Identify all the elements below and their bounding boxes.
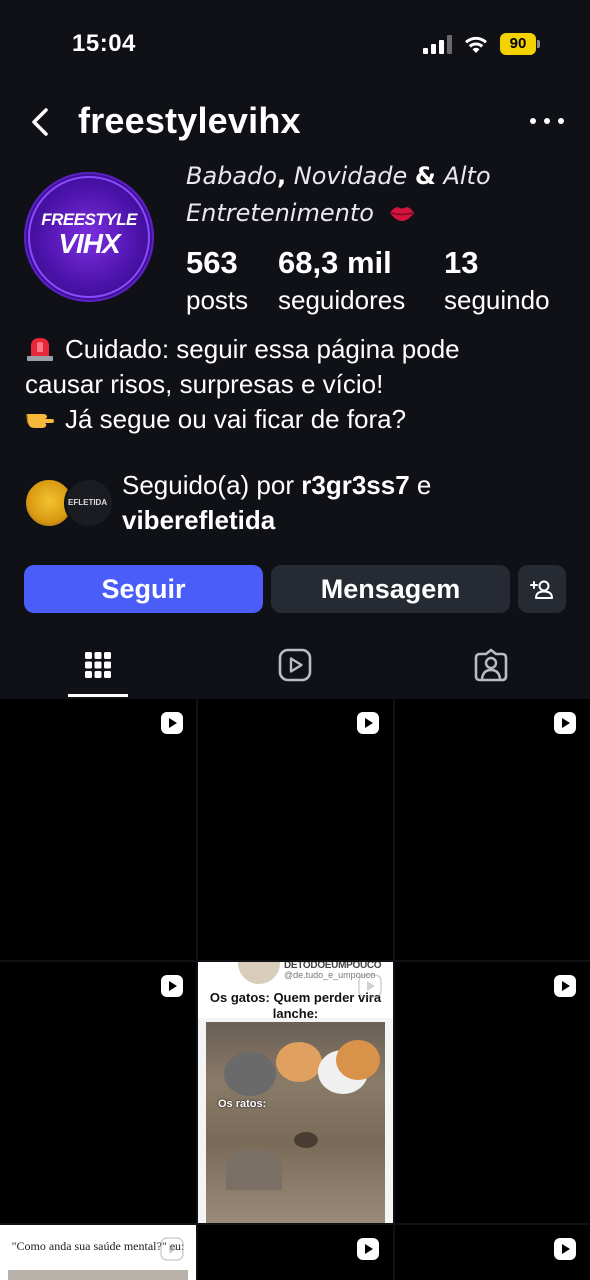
posts-grid: DETODOEUMPOUCO @de.tudo_e_umpouco Os gat…	[0, 699, 590, 1280]
meme-image: DETODOEUMPOUCO @de.tudo_e_umpouco Os gat…	[198, 962, 393, 1223]
profile-username: freestylevihx	[78, 100, 301, 141]
reel-badge-icon	[357, 1238, 379, 1260]
battery-level: 90	[500, 33, 536, 55]
follower-avatar-2-text: EFLETIDA	[68, 498, 108, 507]
tab-tagged[interactable]	[461, 632, 521, 698]
stat-following[interactable]: 13 seguindo	[444, 244, 550, 318]
profile-header: freestylevihx	[0, 96, 590, 152]
reel-badge-icon	[160, 1237, 184, 1261]
post-thumbnail[interactable]	[395, 962, 590, 1223]
post-thumbnail[interactable]	[0, 699, 196, 960]
cats-photo	[206, 1022, 385, 1223]
avatar-logo-text-top: FREESTYLE	[41, 210, 137, 229]
grid-icon	[85, 652, 111, 678]
stat-posts[interactable]: 563 posts	[186, 244, 248, 318]
post-thumbnail[interactable]	[0, 962, 196, 1223]
chevron-left-icon[interactable]	[26, 104, 56, 140]
post-thumbnail[interactable]	[198, 1225, 393, 1280]
status-time: 15:04	[72, 30, 136, 57]
siren-icon	[27, 338, 53, 361]
signal-icon	[423, 34, 453, 54]
tagged-person-icon	[474, 648, 508, 682]
followed-by-text: Seguido(a) por r3gr3ss7 e viberefletida	[122, 470, 432, 535]
follower-avatar-2: EFLETIDA	[64, 478, 114, 528]
post-thumbnail[interactable]	[395, 699, 590, 960]
profile-category: Babado, Novidade & Alto Entretenimento	[186, 162, 491, 227]
tab-grid[interactable]	[68, 632, 128, 698]
pointing-hand-icon	[26, 413, 54, 428]
message-button[interactable]: Mensagem	[271, 565, 510, 613]
status-bar: 15:04 90	[0, 0, 590, 90]
battery-icon: 90	[500, 33, 540, 55]
active-tab-indicator	[68, 694, 128, 697]
wifi-icon	[463, 33, 489, 55]
post-thumbnail[interactable]	[198, 699, 393, 960]
followed-by[interactable]: EFLETIDA Seguido(a) por r3gr3ss7 e viber…	[24, 468, 584, 538]
reel-badge-icon	[357, 712, 379, 734]
post-thumbnail-meme[interactable]: "Como anda sua saúde mental?" eu:	[0, 1225, 196, 1280]
profile-bio: Cuidado: seguir essa página pode causar …	[25, 334, 460, 434]
reel-badge-icon	[554, 712, 576, 734]
more-horizontal-icon[interactable]	[530, 106, 564, 136]
reel-badge-icon	[358, 974, 382, 998]
follow-button[interactable]: Seguir	[24, 565, 263, 613]
reels-icon	[278, 648, 312, 682]
reel-badge-icon	[161, 712, 183, 734]
profile-avatar[interactable]: FREESTYLE VIHX	[24, 172, 154, 302]
reel-badge-icon	[554, 975, 576, 997]
post-thumbnail-meme[interactable]: DETODOEUMPOUCO @de.tudo_e_umpouco Os gat…	[198, 962, 393, 1223]
profile-tabs	[0, 632, 590, 698]
stat-followers[interactable]: 68,3 mil seguidores	[278, 244, 405, 318]
lips-icon	[389, 207, 414, 221]
reel-badge-icon	[554, 1238, 576, 1260]
profile-actions: Seguir Mensagem	[24, 565, 566, 613]
post-thumbnail[interactable]	[395, 1225, 590, 1280]
meme-caption-mid: Os ratos:	[218, 1098, 267, 1110]
add-person-icon[interactable]	[518, 565, 566, 613]
reel-badge-icon	[161, 975, 183, 997]
tab-reels[interactable]	[265, 632, 325, 698]
avatar-logo-text-bottom: VIHX	[58, 228, 120, 259]
